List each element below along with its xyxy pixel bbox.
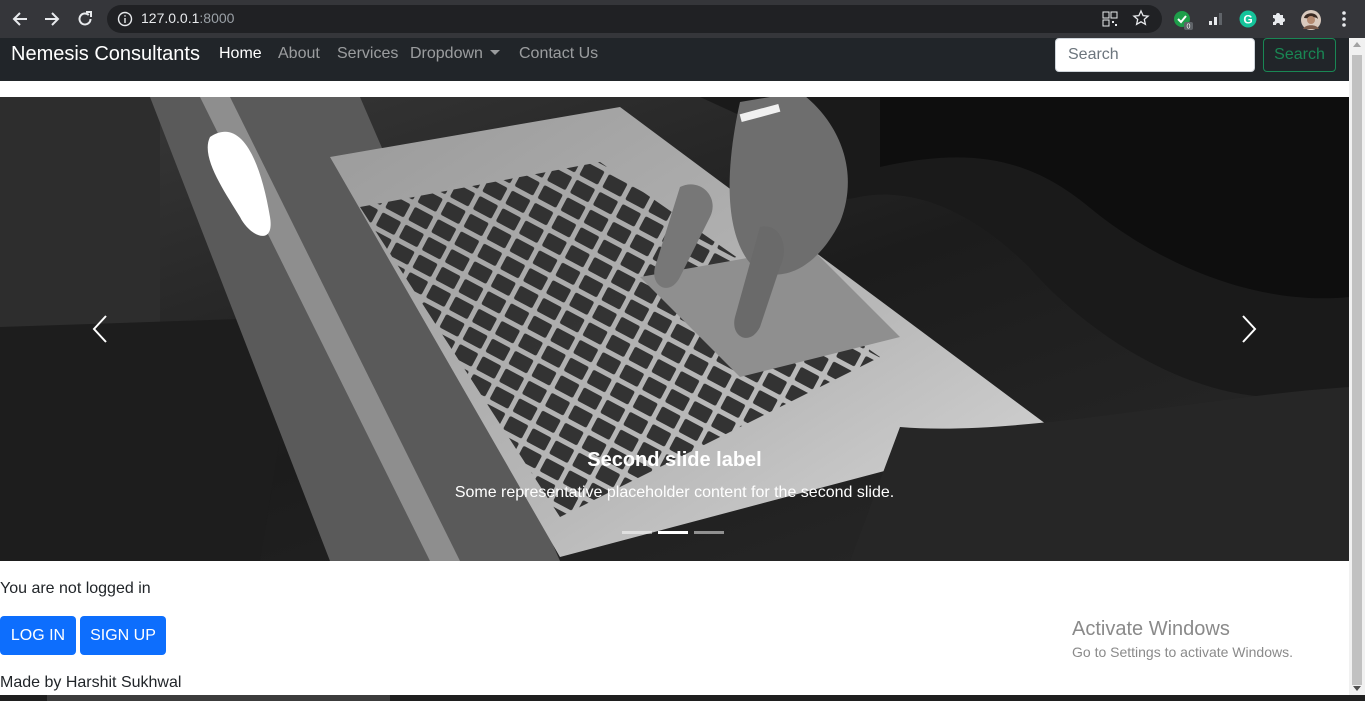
address-bar[interactable]: 127.0.0.1:8000	[107, 5, 1162, 33]
signup-button[interactable]: SIGN UP	[80, 616, 166, 655]
caption-text: Some representative placeholder content …	[454, 484, 895, 501]
svg-text:0: 0	[1187, 24, 1191, 31]
nav-dropdown-toggle[interactable]: Dropdown	[410, 45, 500, 63]
info-icon[interactable]	[117, 11, 133, 27]
back-icon[interactable]	[10, 9, 30, 29]
url-text: 127.0.0.1:8000	[141, 10, 235, 26]
carousel-indicator-1[interactable]	[622, 531, 652, 534]
nav-link-services[interactable]: Services	[337, 45, 398, 63]
site-navbar: Nemesis Consultants Home About Services …	[0, 38, 1349, 81]
nav-link-about[interactable]: About	[278, 45, 320, 63]
search-input[interactable]	[1055, 38, 1255, 72]
carousel-indicators	[622, 531, 724, 534]
navbar-brand[interactable]: Nemesis Consultants	[11, 43, 200, 66]
chevron-right-icon	[1242, 315, 1257, 343]
nav-dropdown-label: Dropdown	[410, 45, 483, 62]
footer-credit: Made by Harshit Sukhwal	[0, 674, 182, 691]
signal-extension-icon[interactable]	[1206, 9, 1226, 29]
carousel-indicator-2[interactable]	[658, 531, 688, 534]
login-button[interactable]: LOG IN	[0, 616, 76, 655]
taskbar	[0, 695, 1365, 701]
browser-toolbar: 127.0.0.1:8000 0 G	[0, 0, 1365, 38]
caption-title: Second slide label	[587, 449, 762, 471]
carousel-indicator-3[interactable]	[694, 531, 724, 534]
windows-activation-watermark: Activate Windows Go to Settings to activ…	[1072, 618, 1293, 660]
login-status-text: You are not logged in	[0, 580, 151, 597]
forward-icon[interactable]	[42, 9, 62, 29]
scrollbar-thumb[interactable]	[1352, 55, 1362, 685]
scroll-up-arrow-icon[interactable]	[1353, 42, 1361, 47]
reload-icon[interactable]	[75, 9, 95, 29]
svg-text:G: G	[1243, 13, 1252, 27]
qr-code-icon[interactable]	[1102, 11, 1118, 27]
puzzle-extensions-icon[interactable]	[1269, 9, 1289, 29]
kebab-menu-icon[interactable]	[1334, 9, 1354, 29]
scroll-down-arrow-icon[interactable]	[1353, 686, 1361, 691]
grammarly-icon[interactable]: G	[1238, 9, 1258, 29]
nav-link-home[interactable]: Home	[219, 45, 262, 63]
taskbar-item[interactable]	[47, 695, 390, 701]
carousel-caption: Second slide label Some representative p…	[0, 449, 1349, 502]
watermark-subtitle: Go to Settings to activate Windows.	[1072, 644, 1293, 660]
hero-carousel: Second slide label Some representative p…	[0, 97, 1349, 561]
chevron-left-icon	[92, 315, 107, 343]
page-scrollbar[interactable]	[1349, 38, 1365, 695]
bookmark-star-icon[interactable]	[1132, 9, 1150, 27]
search-button[interactable]: Search	[1263, 38, 1336, 72]
nav-link-contact[interactable]: Contact Us	[519, 45, 598, 63]
shield-check-extension-icon[interactable]: 0	[1172, 9, 1193, 31]
avatar[interactable]	[1300, 9, 1321, 30]
chevron-down-icon	[489, 50, 500, 55]
watermark-title: Activate Windows	[1072, 618, 1230, 640]
